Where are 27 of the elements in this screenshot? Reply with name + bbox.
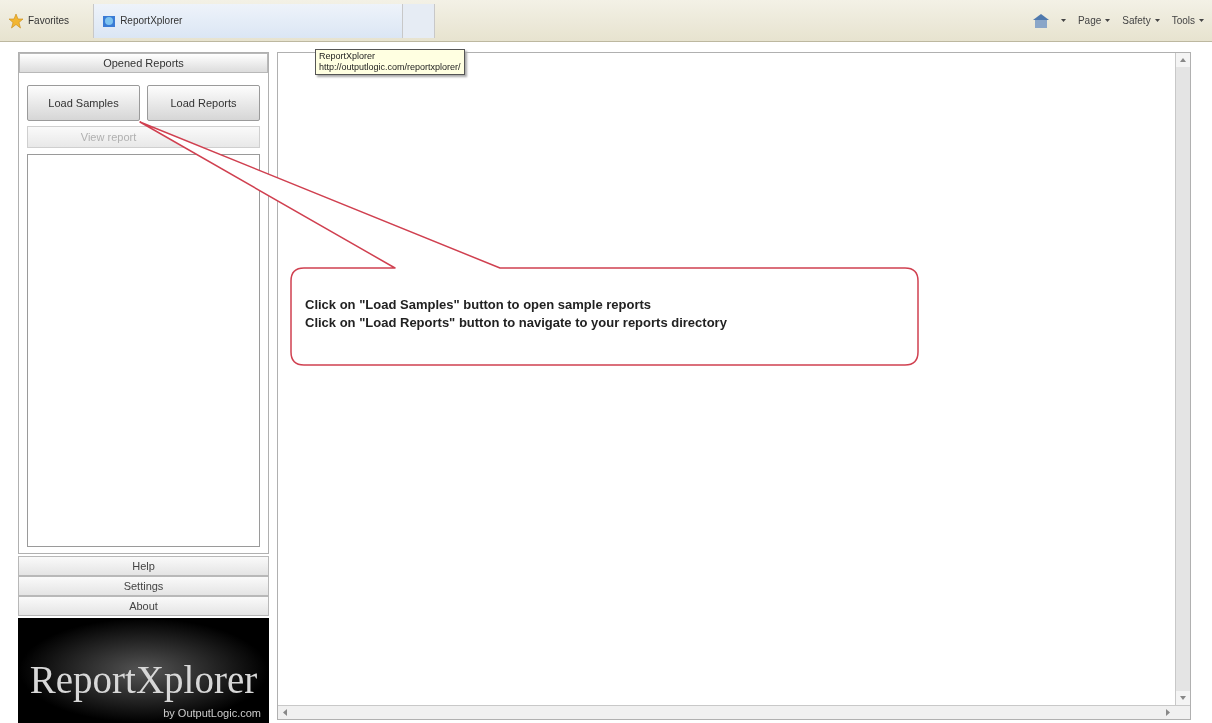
browser-tab[interactable]: ReportXplorer <box>93 3 404 38</box>
callout-text: Click on "Load Samples" button to open sample reports <box>305 296 653 314</box>
globe-page-icon <box>102 13 117 28</box>
logo-byline: by OutputLogic.com <box>163 705 261 721</box>
vertical-scrollbar[interactable] <box>1175 53 1190 705</box>
scroll-up-icon[interactable] <box>1176 53 1190 67</box>
tooltip-url: http://outputlogic.com/reportxplorer/ <box>319 62 461 73</box>
section-header[interactable]: Opened Reports <box>19 53 268 73</box>
menu-button[interactable]: Tools <box>1171 13 1204 28</box>
home-icon[interactable] <box>1032 13 1049 28</box>
section-header[interactable]: Settings <box>18 576 269 596</box>
tooltip-title: ReportXplorer <box>319 51 377 62</box>
caret-icon <box>1154 19 1160 22</box>
scroll-down-icon[interactable] <box>1176 691 1190 705</box>
horizontal-scrollbar[interactable] <box>278 705 1190 719</box>
callout-text: Click on "Load Reports" button to navigate to your reports directory <box>305 314 727 332</box>
caret-icon <box>1105 19 1111 22</box>
caret-icon[interactable] <box>1060 19 1066 22</box>
caret-icon <box>1199 19 1204 22</box>
load-button[interactable]: Load Samples <box>27 85 140 121</box>
menu-button[interactable]: Page <box>1077 13 1111 28</box>
load-button[interactable]: Load Reports <box>147 85 260 121</box>
star-icon <box>8 12 24 29</box>
favorites-button[interactable]: Favorites <box>8 12 70 29</box>
menu-button[interactable]: Safety <box>1122 13 1160 28</box>
section-header[interactable]: About <box>18 596 269 616</box>
section-header[interactable]: Help <box>18 556 269 576</box>
